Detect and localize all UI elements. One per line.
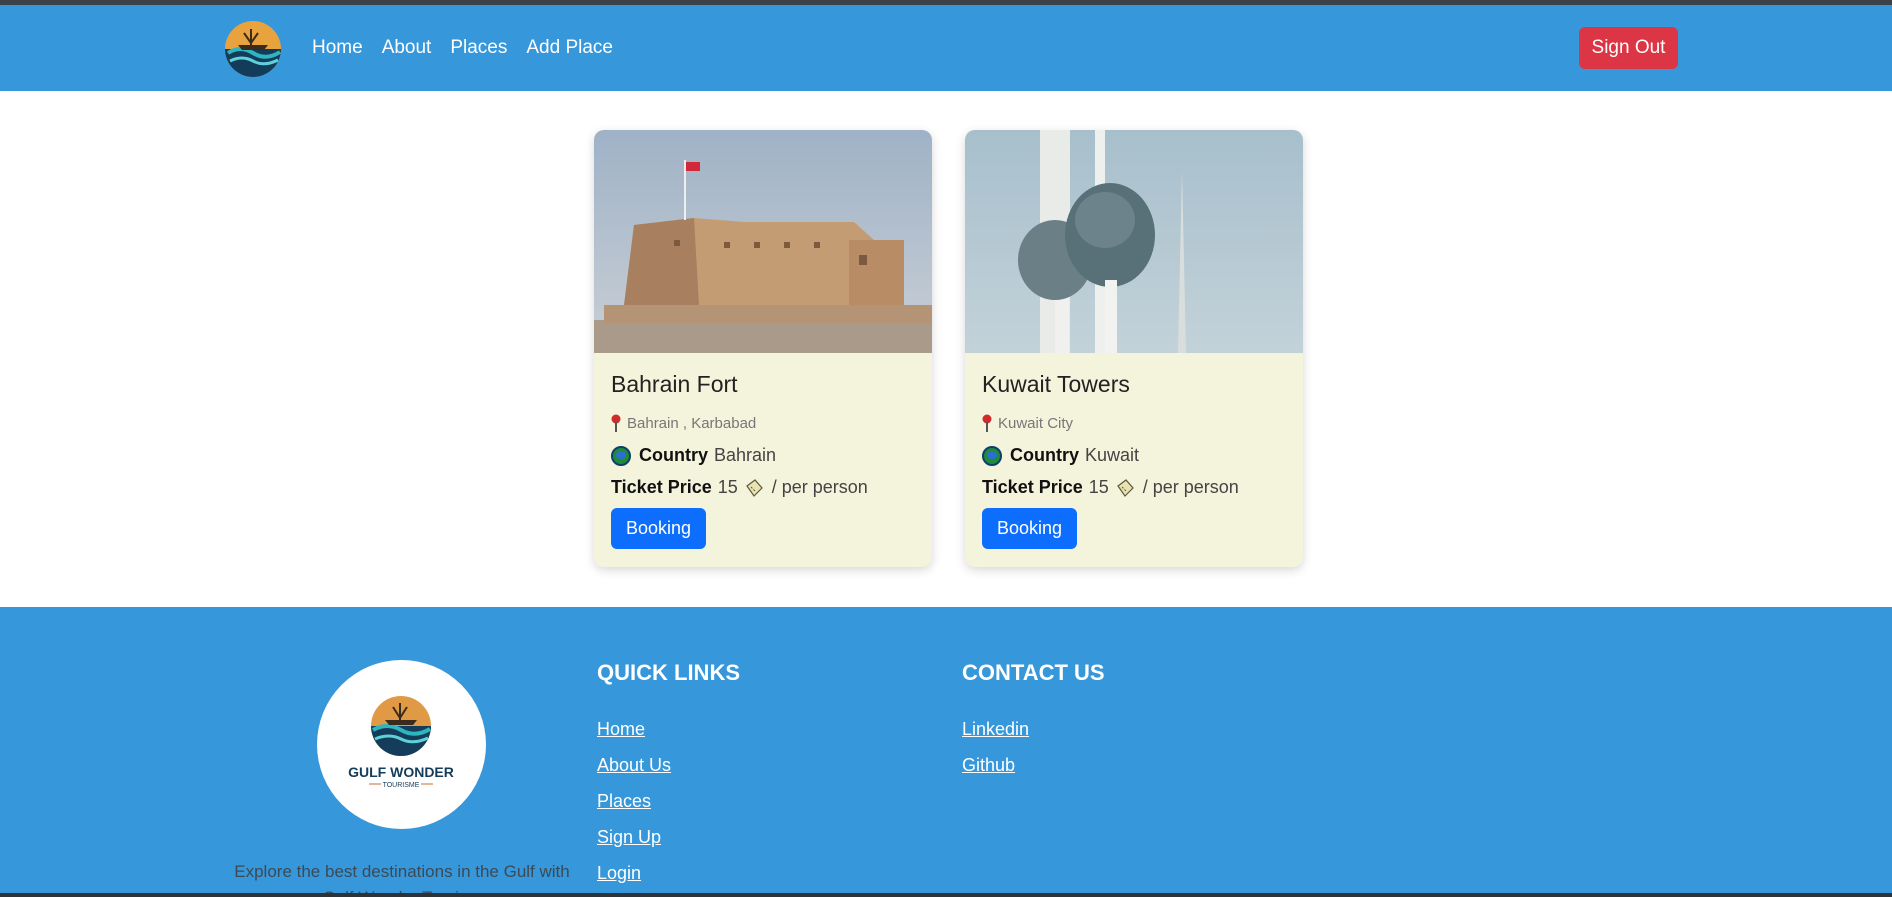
place-card: Kuwait Towers Kuwait City Country Kuwait… [965, 130, 1303, 567]
country-value: Kuwait [1085, 445, 1140, 465]
logo-text: GULF WONDER [348, 764, 454, 780]
country-value: Bahrain [714, 445, 777, 465]
place-title: Kuwait Towers [982, 371, 1130, 397]
booking-button[interactable]: Booking [611, 508, 706, 549]
footer-home-link[interactable]: Home [597, 711, 740, 747]
window-bottom-border [0, 893, 1892, 897]
fort-photo [594, 130, 932, 353]
logo-subtext: TOURISME [383, 782, 420, 789]
place-price: Ticket Price 15 / per person [982, 477, 1239, 498]
gulf-wonder-logo-icon: GULF WONDER TOURISME [348, 696, 454, 789]
price-value: 15 [717, 477, 738, 497]
footer-signup-link[interactable]: Sign Up [597, 819, 740, 855]
place-location: Bahrain , Karbabad [611, 414, 756, 432]
ticket-icon [745, 478, 763, 497]
price-label: Ticket Price [611, 477, 712, 497]
nav-places-link[interactable]: Places [450, 37, 507, 59]
country-label: Country [1010, 445, 1079, 465]
sign-out-button[interactable]: Sign Out [1579, 27, 1678, 69]
location-text: Kuwait City [998, 414, 1074, 432]
place-card: Bahrain Fort Bahrain , Karbabad Country … [594, 130, 932, 567]
contact-heading: CONTACT US [962, 660, 1105, 685]
booking-button[interactable]: Booking [982, 508, 1077, 549]
footer-description: Explore the best destinations in the Gul… [234, 862, 570, 897]
globe-icon [982, 445, 1002, 466]
linkedin-link[interactable]: Linkedin [962, 711, 1105, 747]
nav-about-link[interactable]: About [382, 37, 432, 59]
price-label: Ticket Price [982, 477, 1083, 497]
place-price: Ticket Price 15 / per person [611, 477, 868, 498]
price-value: 15 [1088, 477, 1109, 497]
quick-links-heading: QUICK LINKS [597, 660, 740, 685]
footer-login-link[interactable]: Login [597, 855, 740, 891]
footer: GULF WONDER TOURISME Explore the best de… [0, 607, 1892, 897]
quick-links-section: QUICK LINKS Home About Us Places Sign Up… [597, 660, 740, 891]
github-link[interactable]: Github [962, 747, 1105, 783]
footer-places-link[interactable]: Places [597, 783, 740, 819]
map-pin-icon [611, 414, 621, 432]
nav-add-place-link[interactable]: Add Place [526, 37, 613, 59]
place-title: Bahrain Fort [611, 371, 738, 397]
place-country: Country Kuwait [982, 445, 1139, 466]
country-label: Country [639, 445, 708, 465]
place-location: Kuwait City [982, 414, 1073, 432]
nav-links: Home About Places Add Place [312, 37, 632, 59]
footer-about-link[interactable]: About Us [597, 747, 740, 783]
footer-logo: GULF WONDER TOURISME [317, 660, 486, 829]
location-text: Bahrain , Karbabad [627, 414, 757, 432]
nav-home-link[interactable]: Home [312, 37, 363, 59]
price-suffix: / per person [771, 477, 868, 497]
contact-section: CONTACT US Linkedin Github [962, 660, 1105, 783]
ship-logo-icon[interactable] [222, 19, 284, 79]
towers-photo [965, 130, 1303, 353]
navbar: Home About Places Add Place Sign Out [0, 5, 1892, 91]
price-suffix: / per person [1142, 477, 1239, 497]
globe-icon [611, 445, 631, 466]
ticket-icon [1116, 478, 1134, 497]
map-pin-icon [982, 414, 992, 432]
place-country: Country Bahrain [611, 445, 776, 466]
